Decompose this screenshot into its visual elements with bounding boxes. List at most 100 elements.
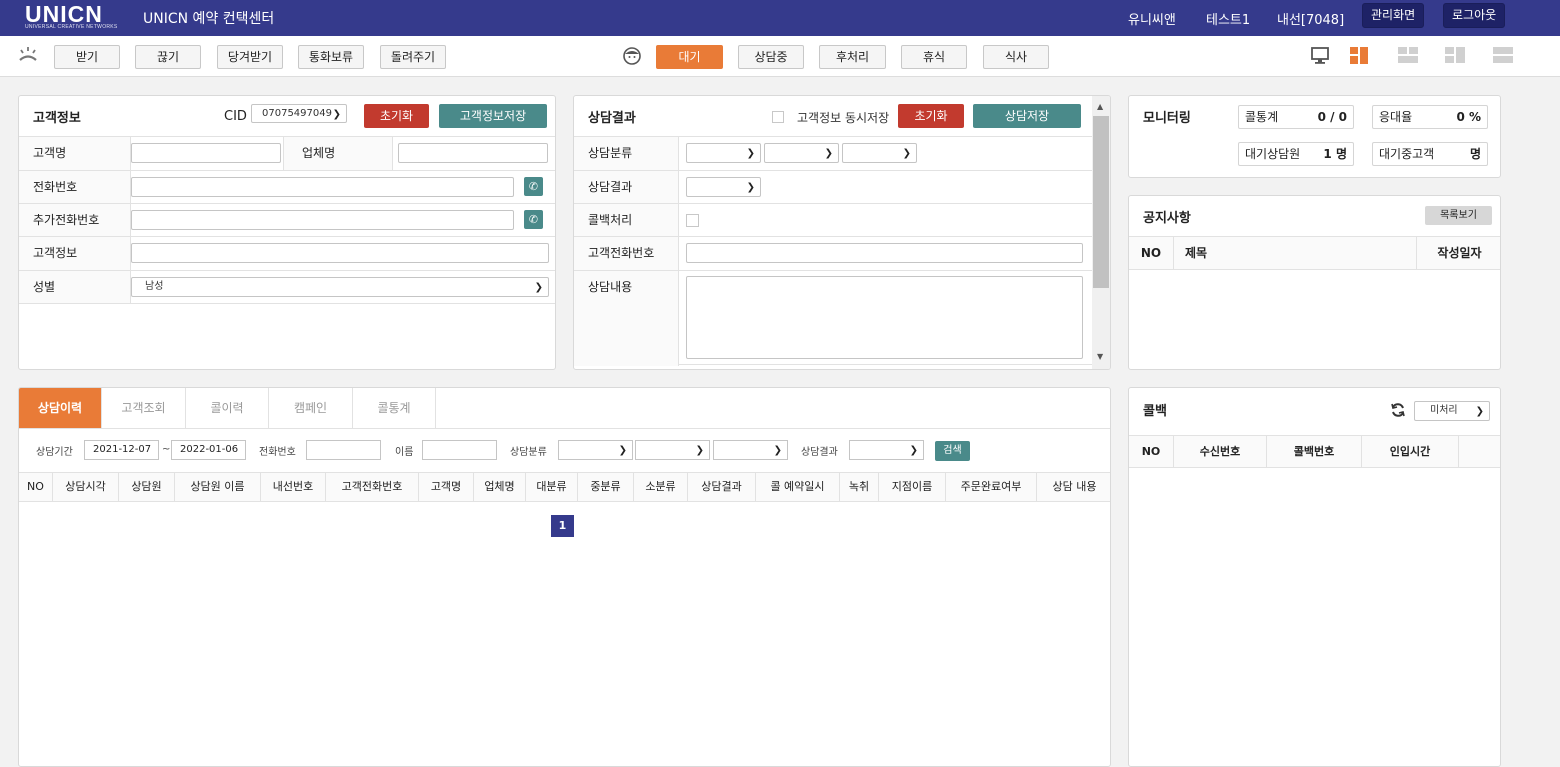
phone-call-icon[interactable]: ✆ <box>524 177 543 196</box>
waiting-customers-box: 대기중고객 명 <box>1372 142 1488 166</box>
sync-save-checkbox[interactable] <box>772 111 784 123</box>
status-break-button[interactable]: 휴식 <box>901 45 967 69</box>
date-from-input[interactable]: 2021-12-07 <box>84 440 159 460</box>
cid-select[interactable]: 07075497049 ❯ <box>251 104 347 123</box>
notice-col-title: 제목 <box>1174 237 1417 269</box>
scroll-down-icon[interactable]: ▼ <box>1097 352 1103 361</box>
agent-face-icon <box>623 47 641 65</box>
status-consulting-button[interactable]: 상담중 <box>738 45 804 69</box>
notice-title: 공지사항 <box>1143 211 1191 226</box>
response-rate-value: 0 % <box>1456 110 1481 124</box>
row-info: 고객정보 <box>19 236 555 270</box>
customer-info-input[interactable] <box>131 243 549 263</box>
category-mid-filter[interactable]: ❯ <box>635 440 710 460</box>
cid-value: 07075497049 <box>262 108 332 119</box>
callback-col-callback-number: 콜백번호 <box>1267 436 1362 467</box>
monitoring-title: 모니터링 <box>1143 111 1191 126</box>
chevron-down-icon: ❯ <box>902 148 911 159</box>
customer-reset-button[interactable]: 초기화 <box>364 104 429 128</box>
phone-filter-input[interactable] <box>306 440 381 460</box>
logout-button[interactable]: 로그아웃 <box>1443 3 1506 28</box>
monitor-layout-icon[interactable] <box>1307 44 1333 68</box>
chevron-down-icon: ❯ <box>909 445 918 456</box>
gender-select[interactable]: 남성 ❯ <box>131 277 549 297</box>
notice-col-no: NO <box>1129 237 1174 269</box>
category-mid-select[interactable]: ❯ <box>764 143 839 163</box>
col-small-category: 소분류 <box>634 473 688 501</box>
layout-grid-active-icon[interactable] <box>1346 44 1372 68</box>
status-after-work-button[interactable]: 후처리 <box>819 45 886 69</box>
result-select[interactable]: ❯ <box>686 177 761 197</box>
pickup-button[interactable]: 당겨받기 <box>217 45 283 69</box>
monitoring-panel: 모니터링 콜통계 0 / 0 응대율 0 % 대기상담원 1 명 대기중고객 명 <box>1128 95 1501 178</box>
company-name-input[interactable] <box>398 143 548 163</box>
phone-label: 전화번호 <box>19 171 131 204</box>
callback-checkbox[interactable] <box>686 214 699 227</box>
receive-call-button[interactable]: 받기 <box>54 45 120 69</box>
consult-save-button[interactable]: 상담저장 <box>973 104 1081 128</box>
col-large-category: 대분류 <box>526 473 578 501</box>
tab-consult-history[interactable]: 상담이력 <box>19 388 102 428</box>
response-rate-label: 응대율 <box>1379 110 1413 124</box>
status-meal-button[interactable]: 식사 <box>983 45 1049 69</box>
col-no: NO <box>19 473 53 501</box>
consult-reset-button[interactable]: 초기화 <box>898 104 964 128</box>
row-phone: 전화번호 ✆ <box>19 170 555 204</box>
scrollbar[interactable]: ▲ ▼ <box>1092 96 1110 369</box>
page-number-button[interactable]: 1 <box>551 515 574 537</box>
hangup-button[interactable]: 끊기 <box>135 45 201 69</box>
category-large-filter[interactable]: ❯ <box>558 440 633 460</box>
customer-name-input[interactable] <box>131 143 281 163</box>
row-content: 상담내용 <box>574 270 1092 366</box>
date-tilde: ~ <box>162 444 171 455</box>
hold-button[interactable]: 통화보류 <box>298 45 364 69</box>
col-consult-content: 상담 내용 <box>1052 480 1097 493</box>
col-order-complete: 주문완료여부 <box>946 473 1037 501</box>
layout-split-icon[interactable] <box>1442 44 1468 68</box>
search-button[interactable]: 검색 <box>935 441 970 461</box>
tab-campaign[interactable]: 캠페인 <box>269 388 353 428</box>
waiting-customers-value: 명 <box>1469 147 1481 161</box>
name-filter-input[interactable] <box>422 440 497 460</box>
row-customer-phone: 고객전화번호 <box>574 236 1092 270</box>
col-customer-name: 고객명 <box>419 473 474 501</box>
scroll-up-icon[interactable]: ▲ <box>1097 102 1103 111</box>
category-small-select[interactable]: ❯ <box>842 143 917 163</box>
col-agent: 상담원 <box>119 473 175 501</box>
customer-save-button[interactable]: 고객정보저장 <box>439 104 547 128</box>
layout-quad-icon[interactable] <box>1395 44 1421 68</box>
extra-phone-call-icon[interactable]: ✆ <box>524 210 543 229</box>
admin-button[interactable]: 관리화면 <box>1362 3 1425 28</box>
notice-table-header: NO 제목 작성일자 <box>1129 236 1500 270</box>
call-stats-label: 콜통계 <box>1245 110 1279 124</box>
waiting-agents-value: 1 명 <box>1323 147 1347 161</box>
result-filter-label: 상담결과 <box>801 447 838 458</box>
layout-rows-icon[interactable] <box>1490 44 1516 68</box>
scrollbar-thumb[interactable] <box>1093 116 1109 288</box>
waiting-customers-label: 대기중고객 <box>1379 147 1435 161</box>
col-extension: 내선번호 <box>261 473 326 501</box>
customer-phone-input[interactable] <box>686 243 1083 263</box>
callback-col-no: NO <box>1129 436 1174 467</box>
transfer-button[interactable]: 돌려주기 <box>380 45 446 69</box>
extra-phone-input[interactable] <box>131 210 514 230</box>
phone-input[interactable] <box>131 177 514 197</box>
tab-call-stats[interactable]: 콜통계 <box>353 388 436 428</box>
consult-content-textarea[interactable] <box>686 276 1083 359</box>
date-to-input[interactable]: 2022-01-06 <box>171 440 246 460</box>
row-callback: 콜백처리 <box>574 203 1092 237</box>
waiting-agents-box: 대기상담원 1 명 <box>1238 142 1354 166</box>
category-large-select[interactable]: ❯ <box>686 143 761 163</box>
row-result: 상담결과 ❯ <box>574 170 1092 204</box>
chevron-down-icon: ❯ <box>773 445 782 456</box>
callback-filter-select[interactable]: 미처리 ❯ <box>1414 401 1490 421</box>
status-wait-button[interactable]: 대기 <box>656 45 723 69</box>
notice-list-button[interactable]: 목록보기 <box>1425 206 1492 225</box>
category-small-filter[interactable]: ❯ <box>713 440 788 460</box>
consult-result-panel: 상담결과 고객정보 동시저장 초기화 상담저장 상담분류 ❯ ❯ ❯ 상담결과 … <box>573 95 1111 370</box>
tab-customer-search[interactable]: 고객조회 <box>102 388 186 428</box>
refresh-icon[interactable] <box>1390 402 1406 418</box>
tab-call-history[interactable]: 콜이력 <box>186 388 269 428</box>
col-agent-name: 상담원 이름 <box>175 473 261 501</box>
result-filter[interactable]: ❯ <box>849 440 924 460</box>
